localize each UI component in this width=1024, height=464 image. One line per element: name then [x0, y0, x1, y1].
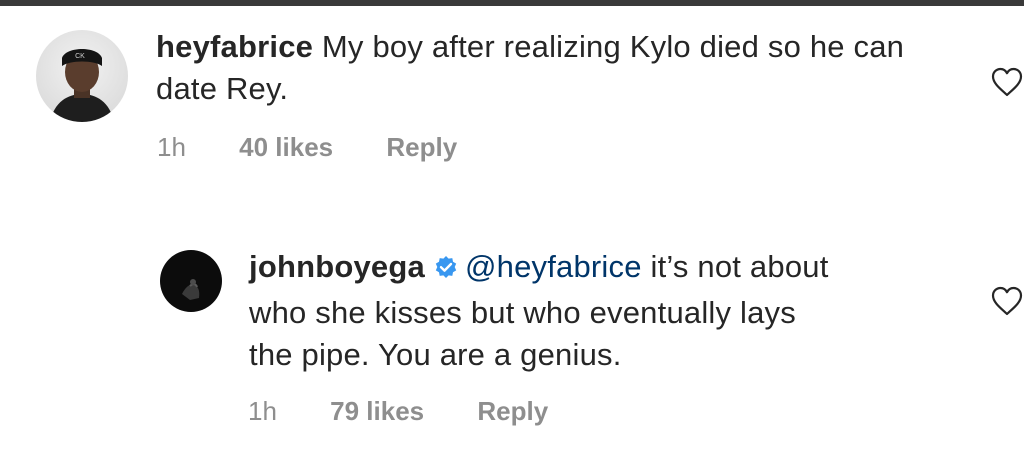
timestamp[interactable]: 1h	[248, 396, 277, 427]
likes-count[interactable]: 79 likes	[330, 396, 424, 427]
mention-link[interactable]: @heyfabrice	[465, 249, 642, 284]
avatar[interactable]: CK	[36, 30, 128, 122]
username-link[interactable]: heyfabrice	[156, 29, 313, 64]
comment-line-2: who she kisses but who eventually lays	[249, 295, 796, 330]
verified-badge-icon	[433, 250, 459, 292]
like-heart-button[interactable]	[990, 285, 1024, 322]
username-link[interactable]: johnboyega	[249, 249, 425, 284]
dark-photo-icon	[160, 250, 222, 312]
comment-meta: 1h 79 likes Reply	[248, 396, 548, 427]
top-edge-bar	[0, 0, 1024, 6]
svg-text:CK: CK	[75, 53, 85, 60]
avatar[interactable]	[160, 250, 222, 312]
comment-line-3: the pipe. You are a genius.	[249, 337, 622, 372]
reply-button[interactable]: Reply	[386, 132, 457, 163]
comment-text: heyfabrice My boy after realizing Kylo d…	[156, 26, 946, 110]
heart-icon	[991, 67, 1023, 97]
like-heart-button[interactable]	[990, 66, 1024, 103]
comment-line-1: johnboyega @heyfabrice it’s not about	[249, 246, 969, 292]
comment-text: johnboyega @heyfabrice it’s not about who…	[249, 246, 969, 376]
timestamp[interactable]: 1h	[157, 132, 186, 163]
comment-body-line-1: it’s not about	[650, 249, 829, 284]
reply-button[interactable]: Reply	[477, 396, 548, 427]
person-photo-icon: CK	[36, 30, 128, 122]
comment-meta: 1h 40 likes Reply	[157, 132, 457, 163]
likes-count[interactable]: 40 likes	[239, 132, 333, 163]
heart-icon	[991, 286, 1023, 316]
